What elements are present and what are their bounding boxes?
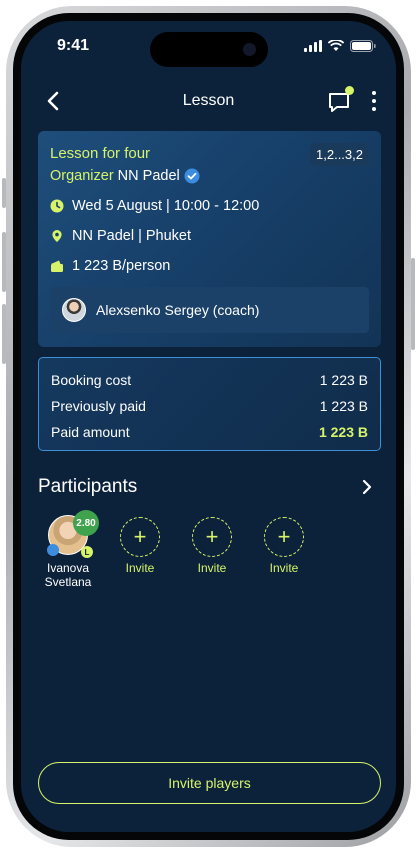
- clock-icon: [50, 199, 64, 213]
- chat-button[interactable]: [324, 85, 356, 117]
- cost-label: Previously paid: [51, 398, 146, 414]
- price-row: 1 223 B/person: [50, 258, 170, 274]
- participants-more-button[interactable]: [356, 476, 378, 498]
- avatar: 2.80 L: [47, 510, 99, 558]
- lesson-price: 1 223 B/person: [72, 258, 171, 274]
- app-screen: 9:41 Lesson Lesson for four 1,2...3,2 Or…: [21, 21, 396, 832]
- plus-icon: +: [264, 517, 304, 557]
- plus-icon: +: [120, 517, 160, 557]
- wifi-icon: [328, 40, 344, 51]
- cost-label: Paid amount: [51, 424, 130, 440]
- invite-slot[interactable]: + Invite: [118, 517, 162, 575]
- paid-amount-value: 1 223 B: [318, 424, 368, 440]
- invite-label: Invite: [125, 561, 155, 575]
- more-button[interactable]: [364, 85, 384, 117]
- status-time: 9:41: [57, 37, 90, 54]
- participants-title: Participants: [38, 476, 138, 497]
- participant-last-name: Svetlana: [44, 575, 92, 589]
- cost-summary-card: Booking cost 1 223 B Previously paid 1 2…: [38, 357, 381, 451]
- participant-item[interactable]: 2.80 L Ivanova Svetlana: [38, 510, 99, 589]
- battery-icon: [350, 40, 376, 52]
- side-button: [2, 178, 6, 208]
- invite-players-button[interactable]: Invite players: [38, 762, 381, 804]
- invite-label: Invite: [197, 561, 227, 575]
- more-dot-icon: [372, 107, 376, 111]
- organizer-label: Organizer: [50, 168, 114, 184]
- organizer-row: Organizer NN Padel: [50, 168, 200, 184]
- wallet-icon: [51, 260, 63, 272]
- location-row: NN Padel | Phuket: [50, 228, 191, 244]
- lesson-card: Lesson for four 1,2...3,2 Organizer NN P…: [38, 131, 381, 347]
- lesson-title: Lesson for four: [50, 145, 151, 162]
- lesson-location[interactable]: NN Padel | Phuket: [72, 228, 191, 244]
- cost-value: 1 223 B: [319, 372, 368, 388]
- level-icon: L: [81, 546, 93, 558]
- side-button: [2, 232, 6, 292]
- signal-icon: [304, 40, 322, 52]
- notification-dot: [345, 86, 354, 95]
- organizer-name[interactable]: NN Padel: [118, 168, 180, 184]
- invite-label: Invite: [269, 561, 299, 575]
- invite-slot[interactable]: + Invite: [190, 517, 234, 575]
- side-button: [2, 304, 6, 364]
- rating-badge: 2.80: [73, 510, 99, 536]
- coach-avatar: [62, 298, 86, 322]
- cost-row: Booking cost 1 223 B: [51, 372, 368, 388]
- nav-bar: Lesson: [21, 79, 396, 123]
- more-dot-icon: [372, 91, 376, 95]
- coach-name: Alexsenko Sergey (coach): [96, 302, 260, 318]
- cost-row: Previously paid 1 223 B: [51, 398, 368, 414]
- invite-slot[interactable]: + Invite: [262, 517, 306, 575]
- level-badge: 1,2...3,2: [310, 143, 369, 166]
- verified-icon: [47, 544, 59, 556]
- dynamic-island: [150, 32, 268, 67]
- more-dot-icon: [372, 99, 376, 103]
- camera-icon: [243, 43, 256, 56]
- cost-row: Paid amount 1 223 B: [51, 424, 368, 440]
- verified-icon: [184, 168, 200, 184]
- participant-first-name: Ivanova: [46, 561, 90, 575]
- cost-value: 1 223 B: [319, 398, 368, 414]
- lesson-datetime: Wed 5 August | 10:00 - 12:00: [72, 198, 260, 214]
- status-icons: [304, 40, 376, 52]
- participant-name: Ivanova Svetlana: [38, 561, 98, 589]
- coach-row[interactable]: Alexsenko Sergey (coach): [50, 287, 369, 333]
- plus-icon: +: [192, 517, 232, 557]
- status-bar: 9:41: [21, 21, 396, 71]
- cost-label: Booking cost: [51, 372, 132, 388]
- datetime-row: Wed 5 August | 10:00 - 12:00: [50, 198, 259, 214]
- chevron-right-icon: [362, 479, 372, 495]
- side-button: [411, 258, 415, 350]
- location-pin-icon: [52, 230, 62, 242]
